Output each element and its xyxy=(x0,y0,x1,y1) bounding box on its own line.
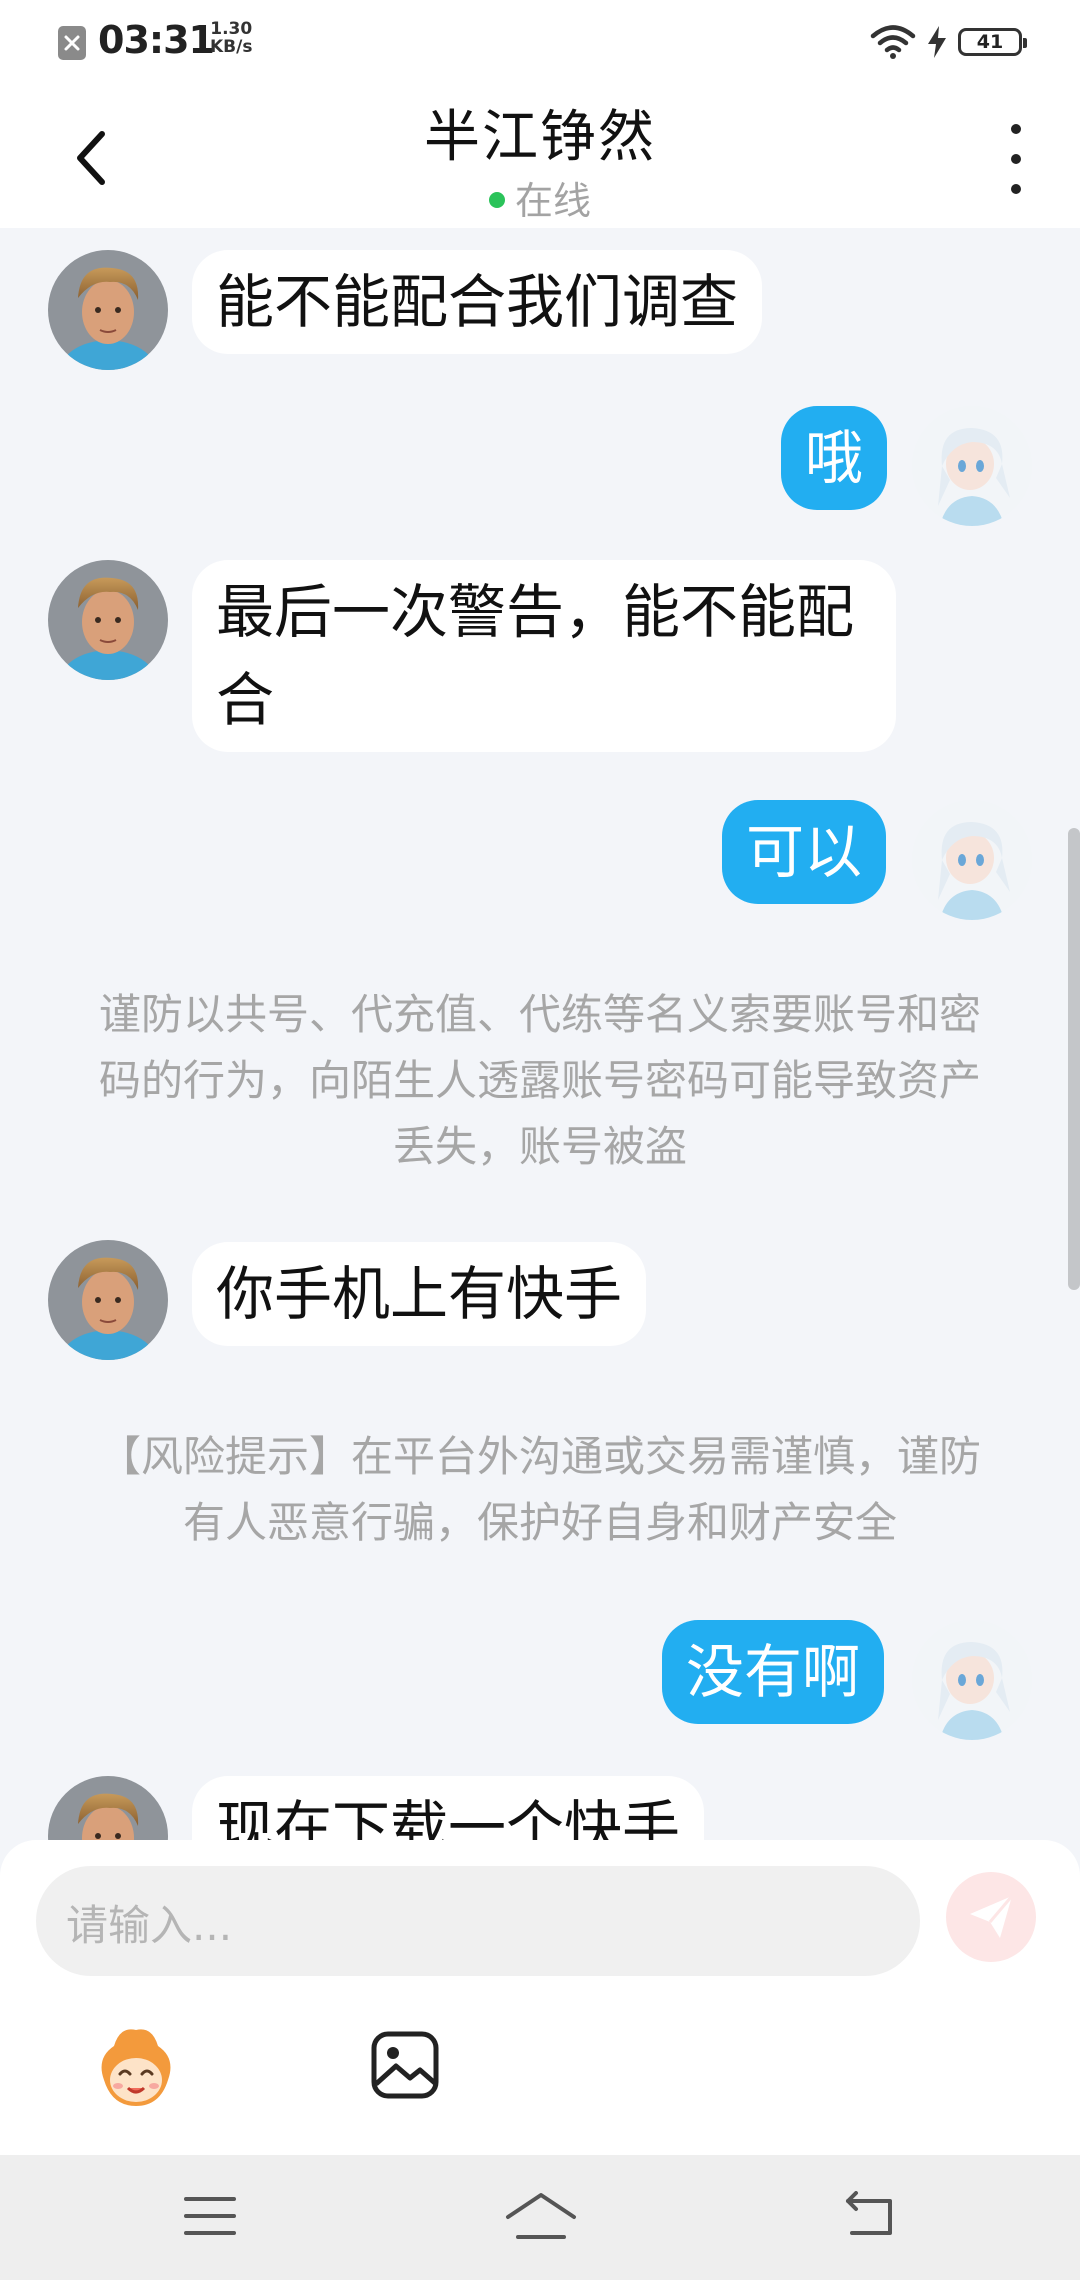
incoming-message[interactable]: 能不能配合我们调查 xyxy=(192,250,763,354)
outgoing-message[interactable]: 可以 xyxy=(722,800,887,904)
message-input[interactable]: 请输入... xyxy=(36,1866,920,1976)
more-vertical-icon xyxy=(1011,124,1021,134)
network-speed-value: 1.30 xyxy=(210,19,253,39)
contact-avatar[interactable] xyxy=(48,560,168,680)
status-time: 03:31 xyxy=(98,18,215,62)
send-icon xyxy=(970,1895,1014,1938)
menu-icon xyxy=(184,2197,236,2235)
more-options-button[interactable] xyxy=(996,124,1036,194)
contact-name: 半江铮然 xyxy=(424,105,656,170)
image-icon xyxy=(371,2031,439,2099)
outgoing-message[interactable]: 没有啊 xyxy=(662,1620,885,1724)
nav-back-button[interactable] xyxy=(842,2191,896,2245)
my-avatar[interactable] xyxy=(912,800,1032,920)
wifi-icon xyxy=(870,25,916,59)
status-icons: 41 xyxy=(870,22,1027,62)
contact-avatar[interactable] xyxy=(48,1776,168,1840)
security-notice: 谨防以共号、代充值、代练等名义索要账号和密码的行为，向陌生人透露账号密码可能导致… xyxy=(98,990,981,1171)
contact-avatar[interactable] xyxy=(48,250,168,370)
charging-icon xyxy=(928,26,946,58)
battery-icon: 41 xyxy=(958,28,1027,56)
send-button[interactable] xyxy=(946,1872,1036,1962)
incoming-message[interactable]: 你手机上有快手 xyxy=(192,1242,647,1346)
notification-blocked-icon xyxy=(58,26,86,60)
outgoing-message[interactable]: 哦 xyxy=(781,406,888,510)
chat-messages: 能不能配合我们调查 哦 最后一次警告，能不能配合 可以 谨防以共号、代充值、代练… xyxy=(0,228,1080,1840)
network-speed-unit: KB/s xyxy=(210,37,253,57)
system-navigation-bar xyxy=(0,2155,1080,2280)
chat-header: 半江铮然 在线 xyxy=(0,82,1080,228)
contact-avatar[interactable] xyxy=(48,1240,168,1360)
home-icon xyxy=(506,2193,576,2239)
online-dot-icon xyxy=(488,191,505,208)
battery-level: 41 xyxy=(976,31,1004,53)
incoming-message[interactable]: 最后一次警告，能不能配合 xyxy=(192,560,896,752)
nav-menu-button[interactable] xyxy=(182,2191,238,2245)
emoji-button[interactable] xyxy=(90,2022,182,2114)
online-status-label: 在线 xyxy=(514,179,591,223)
my-avatar[interactable] xyxy=(912,406,1032,526)
input-placeholder: 请输入... xyxy=(66,1901,233,1950)
status-bar: 03:31 1.30 KB/s 41 xyxy=(0,0,1080,82)
emoji-mascot-icon xyxy=(101,2029,171,2106)
message-composer: 请输入... xyxy=(0,1840,1080,2155)
image-button[interactable] xyxy=(368,2028,442,2102)
my-avatar[interactable] xyxy=(912,1620,1032,1740)
risk-notice: 【风险提示】在平台外沟通或交易需谨慎，谨防有人恶意行骗，保护好自身和财产安全 xyxy=(98,1432,981,1547)
back-icon xyxy=(846,2191,892,2235)
nav-home-button[interactable] xyxy=(504,2191,578,2245)
network-speed: 1.30 KB/s xyxy=(210,20,252,56)
chat-scrollbar[interactable] xyxy=(1068,828,1080,1290)
incoming-message[interactable]: 现在下载一个快手 xyxy=(192,1776,705,1840)
online-status: 在线 xyxy=(0,170,1080,225)
